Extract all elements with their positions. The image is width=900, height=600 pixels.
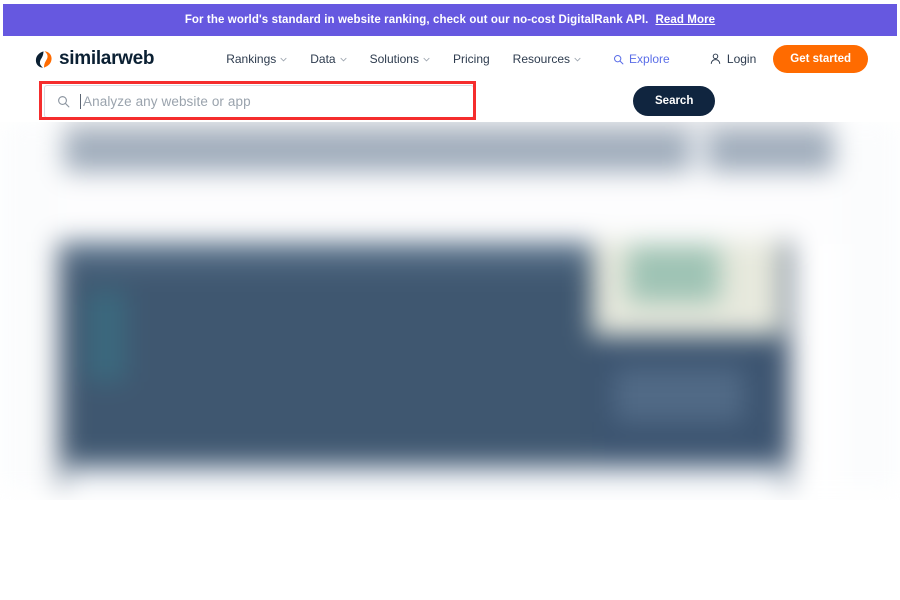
chevron-down-icon <box>280 57 287 61</box>
blurred-right-card-accent <box>628 246 720 302</box>
blurred-panel-left-edge <box>58 242 68 492</box>
search-bar-row: Analyze any website or app Search <box>3 82 897 122</box>
blur-canvas <box>0 122 900 500</box>
nav-item-solutions-label: Solutions <box>369 52 419 66</box>
nav-item-rankings-label: Rankings <box>226 52 277 66</box>
blurred-page-content <box>0 122 900 500</box>
search-button[interactable]: Search <box>633 86 716 116</box>
blurred-whitespace <box>58 172 842 244</box>
similarweb-logo-text: similarweb <box>59 48 155 69</box>
similarweb-logo[interactable]: similarweb <box>34 48 155 70</box>
blurred-panel-right-edge <box>782 242 792 492</box>
nav-item-data-label: Data <box>310 52 336 66</box>
search-input-placeholder: Analyze any website or app <box>83 94 251 109</box>
search-icon <box>614 54 624 64</box>
chevron-down-icon <box>340 57 347 61</box>
blurred-left-gutter <box>0 122 58 500</box>
nav-item-pricing[interactable]: Pricing <box>453 52 490 66</box>
nav-item-explore[interactable]: Explore <box>613 52 670 66</box>
search-icon <box>58 96 70 108</box>
nav-item-data[interactable]: Data <box>310 52 347 66</box>
blurred-footer-inner <box>66 470 782 490</box>
blurred-right-gutter <box>840 122 900 500</box>
site-header: similarweb Rankings Data Solutions Prici… <box>3 36 897 82</box>
chevron-down-icon <box>423 57 430 61</box>
blurred-top-rule <box>62 122 832 126</box>
nav-item-rankings[interactable]: Rankings <box>226 52 287 66</box>
blur-layer <box>0 122 900 500</box>
login-label: Login <box>726 52 757 66</box>
text-cursor <box>80 94 81 109</box>
search-input[interactable]: Analyze any website or app <box>44 85 474 118</box>
blurred-main-panel <box>62 242 592 482</box>
nav-item-pricing-label: Pricing <box>452 52 490 66</box>
promo-banner: For the world's standard in website rank… <box>3 4 897 36</box>
nav-item-resources-label: Resources <box>512 52 571 66</box>
nav-item-solutions[interactable]: Solutions <box>370 52 430 66</box>
main-navigation: Rankings Data Solutions Pricing Resource… <box>226 52 670 66</box>
nav-item-resources[interactable]: Resources <box>513 52 581 66</box>
login-button[interactable]: Login <box>710 52 756 66</box>
user-icon <box>710 53 721 64</box>
chevron-down-icon <box>574 57 581 61</box>
similarweb-homepage: For the world's standard in website rank… <box>0 0 900 600</box>
promo-read-more-link[interactable]: Read More <box>655 14 715 26</box>
get-started-button[interactable]: Get started <box>773 45 868 73</box>
promo-banner-text: For the world's standard in website rank… <box>184 14 649 26</box>
blurred-teal-accent <box>86 290 126 382</box>
header-actions: Login Get started <box>710 45 868 73</box>
blurred-bottom-fade <box>0 488 900 500</box>
nav-item-explore-label: Explore <box>629 52 670 66</box>
blurred-heading-band-gap <box>690 130 708 172</box>
blurred-heading-band <box>64 130 834 172</box>
similarweb-logo-mark-icon <box>35 50 52 68</box>
blurred-main-panel-header <box>62 242 592 268</box>
blurred-right-lower-tint <box>614 368 744 422</box>
